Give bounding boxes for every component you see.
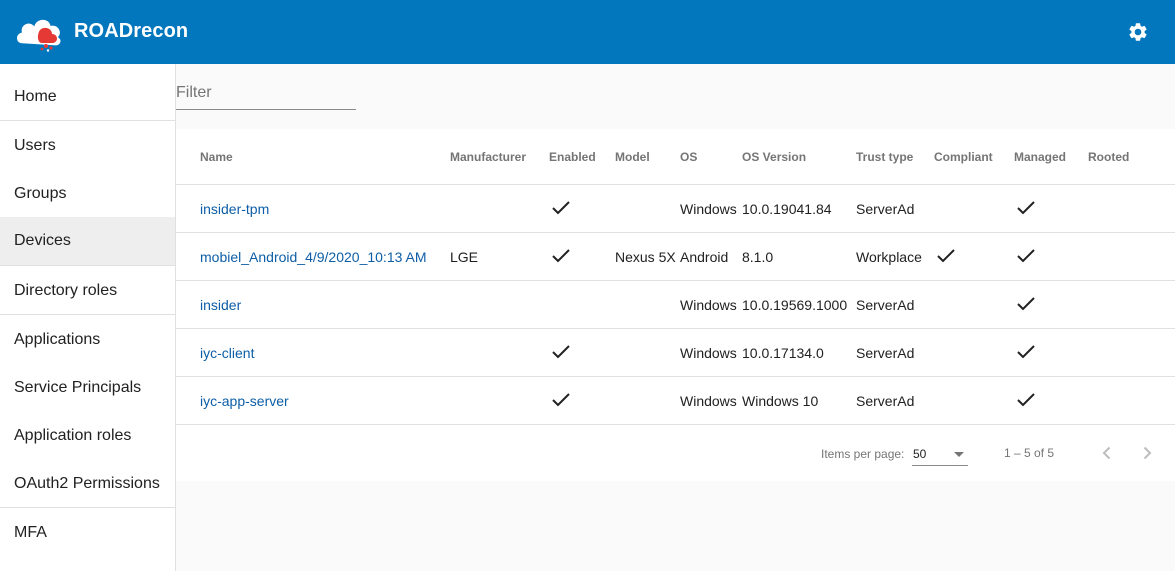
device-os-version: 10.0.19041.84 [742,201,832,217]
column-header-compliant[interactable]: Compliant [934,150,993,164]
chevron-right-icon[interactable] [1138,444,1156,462]
column-header-rooted[interactable]: Rooted [1088,150,1129,164]
gear-icon[interactable] [1127,21,1149,43]
check-icon [552,249,570,263]
row-divider [176,232,1175,233]
device-trust-type: ServerAd [856,201,915,217]
check-icon [1017,297,1035,311]
sidebar-item-applications[interactable]: Applications [0,331,175,349]
device-name-link[interactable]: insider-tpm [200,201,269,217]
filter-input[interactable] [176,80,354,106]
sidebar-item-oauth2-permissions[interactable]: OAuth2 Permissions [0,475,175,493]
chevron-left-icon[interactable] [1098,444,1116,462]
check-icon [552,201,570,215]
column-header-managed[interactable]: Managed [1014,150,1066,164]
check-icon [1017,393,1035,407]
app-title: ROADrecon [74,20,189,42]
sidebar-item-home[interactable]: Home [0,88,175,106]
check-icon [937,249,955,263]
device-model: Nexus 5X [615,249,676,265]
device-os: Windows [680,393,737,409]
sidebar-item-users[interactable]: Users [0,137,175,155]
sidebar-item-directory-roles[interactable]: Directory roles [0,282,175,300]
row-divider [176,184,1175,185]
sidebar-item-groups[interactable]: Groups [0,185,175,203]
page-range-label: 1 – 5 of 5 [1004,446,1055,460]
filter-field [176,80,356,110]
row-divider [176,280,1175,281]
device-name-link[interactable]: iyc-app-server [200,393,289,409]
sidebar-item-devices[interactable]: Devices [0,217,175,265]
sidebar-item-application-roles[interactable]: Application roles [0,427,175,445]
column-header-enabled[interactable]: Enabled [549,150,596,164]
device-os: Windows [680,201,737,217]
check-icon [552,345,570,359]
check-icon [1017,201,1035,215]
column-header-os-version[interactable]: OS Version [742,150,806,164]
column-header-trust-type[interactable]: Trust type [856,150,913,164]
check-icon [1017,249,1035,263]
top-toolbar: ROADrecon [0,0,1175,64]
device-trust-type: ServerAd [856,393,915,409]
nav-divider [0,265,175,266]
device-manufacturer: LGE [450,249,479,265]
device-name-link[interactable]: mobiel_Android_4/9/2020_10:13 AM [200,249,427,265]
column-header-manufacturer[interactable]: Manufacturer [450,150,526,164]
row-divider [176,424,1175,425]
caret-down-icon [954,452,964,457]
device-name-link[interactable]: iyc-client [200,345,254,361]
device-trust-type: ServerAd [856,345,915,361]
device-trust-type: Workplace [856,249,922,265]
check-icon [552,393,570,407]
nav-divider [0,314,175,315]
device-os: Android [680,249,729,265]
device-name-link[interactable]: insider [200,297,241,313]
row-divider [176,376,1175,377]
page-size-select[interactable]: 50 [912,443,968,466]
device-os-version: 8.1.0 [742,249,774,265]
column-header-name[interactable]: Name [200,150,233,164]
sidebar-item-service-principals[interactable]: Service Principals [0,379,175,397]
check-icon [1017,345,1035,359]
nav-divider [0,507,175,508]
device-os-version: 10.0.17134.0 [742,345,824,361]
device-os: Windows [680,297,737,313]
sidebar-item-mfa[interactable]: MFA [0,524,175,542]
cloud-logo-icon [15,18,62,52]
nav-divider [0,120,175,121]
device-trust-type: ServerAd [856,297,915,313]
row-divider [176,328,1175,329]
device-os-version: Windows 10 [742,393,819,409]
items-per-page-label: Items per page: [821,447,905,461]
column-header-os[interactable]: OS [680,150,697,164]
device-os: Windows [680,345,737,361]
column-header-model[interactable]: Model [615,150,650,164]
page-size-value: 50 [913,447,927,461]
device-os-version: 10.0.19569.1000 [742,297,848,313]
